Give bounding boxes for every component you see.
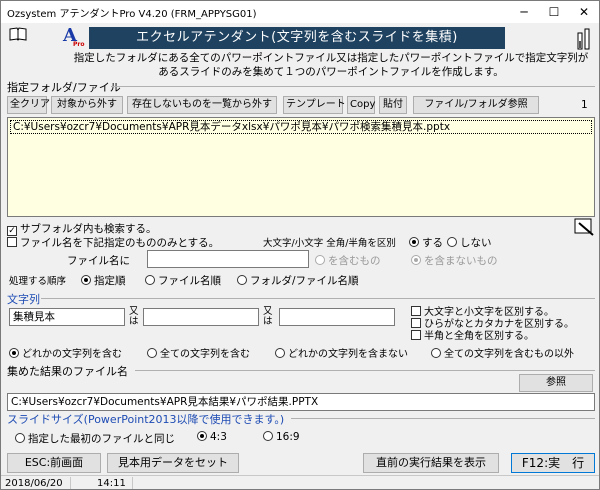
list-item[interactable]: C:¥Users¥ozcr7¥Documents¥APR見本データxlsx¥パワ…: [10, 120, 592, 134]
filename-filter-checkbox[interactable]: ファイル名を下記指定のもののみとする。: [7, 235, 219, 250]
include-subfolders-checkbox[interactable]: ✓ サブフォルダ内も検索する。: [7, 221, 157, 236]
remove-missing-button[interactable]: 存在しないものを一覧から外す: [127, 96, 277, 114]
status-time: 14:11: [93, 477, 133, 489]
folder-section-label: 指定フォルダ/ファイル: [7, 81, 121, 94]
case-no-radio[interactable]: しない: [447, 235, 492, 250]
clear-all-button[interactable]: 全クリア: [7, 96, 50, 114]
case-yes-radio[interactable]: する: [409, 235, 443, 250]
result-path-input[interactable]: C:¥Users¥ozcr7¥Documents¥APR見本結果¥パワポ結果.P…: [7, 393, 595, 411]
status-bar: 2018/06/20 14:11: [1, 475, 599, 489]
file-count: 1: [581, 99, 588, 111]
slide-4-3-radio[interactable]: 4:3: [197, 431, 227, 443]
title-bar: Ozsystem アテンダントPro V4.20 (FRM_APPYSG01) …: [1, 1, 599, 23]
run-button[interactable]: F12:実 行: [511, 453, 595, 473]
result-section-label: 集めた結果のファイル名: [7, 365, 128, 378]
case-sensitivity-label: 大文字/小文字 全角/半角を区別: [263, 238, 396, 249]
slide-16-9-radio[interactable]: 16:9: [263, 431, 300, 443]
mode-any-not-contains-radio[interactable]: どれかの文字列を含まない: [275, 345, 408, 360]
page-title: エクセルアテンダント(文字列を含むスライドを集積): [89, 27, 505, 49]
filename-input[interactable]: [147, 250, 309, 268]
back-button[interactable]: ESC:前画面: [7, 453, 101, 473]
filename-label: ファイル名に: [67, 255, 130, 267]
mode-all-contains-radio[interactable]: 全ての文字列を含む: [147, 345, 250, 360]
status-date: 2018/06/20: [1, 477, 71, 489]
result-browse-button[interactable]: 参照: [519, 374, 593, 392]
strings-section-label: 文字列: [7, 293, 40, 306]
paste-button[interactable]: 貼付: [379, 96, 407, 114]
contains-radio[interactable]: を含むもの: [315, 253, 381, 268]
or-label-1: 又は: [129, 306, 139, 327]
or-label-2: 又は: [263, 306, 273, 327]
width-distinguish-checkbox[interactable]: 半角と全角を区別する。: [411, 327, 534, 342]
browse-folder-button[interactable]: ファイル/フォルダ参照: [413, 96, 539, 114]
gauge-icon: [577, 28, 590, 50]
slide-size-section-label: スライドサイズ(PowerPoint2013以降で使用できます。): [7, 413, 285, 426]
not-contains-radio[interactable]: を含まないもの: [411, 253, 498, 268]
checkbox-icon: [7, 237, 17, 247]
file-list[interactable]: C:¥Users¥ozcr7¥Documents¥APR見本データxlsx¥パワ…: [7, 117, 595, 217]
app-logo: A Pro: [63, 25, 85, 48]
search-string-3-input[interactable]: [279, 308, 395, 326]
search-string-1-input[interactable]: 集積見本: [9, 308, 125, 326]
order-label: 処理する順序: [9, 276, 67, 287]
order-folder-radio[interactable]: フォルダ/ファイル名順: [237, 273, 359, 288]
copy-button[interactable]: Copy: [347, 96, 375, 114]
minimize-button[interactable]: ─: [509, 1, 539, 23]
close-button[interactable]: ✕: [569, 1, 599, 23]
maximize-button[interactable]: ☐: [539, 1, 569, 23]
edit-icon[interactable]: [573, 217, 595, 237]
show-last-result-button[interactable]: 直前の実行結果を表示: [363, 453, 499, 473]
search-string-2-input[interactable]: [143, 308, 259, 326]
book-icon[interactable]: [9, 27, 27, 41]
order-specified-radio[interactable]: 指定順: [81, 273, 126, 288]
mode-not-all-radio[interactable]: 全ての文字列を含むもの以外: [431, 345, 574, 360]
slide-same-radio[interactable]: 指定した最初のファイルと同じ: [15, 431, 175, 446]
window-title: Ozsystem アテンダントPro V4.20 (FRM_APPYSG01): [7, 9, 257, 20]
set-sample-data-button[interactable]: 見本用データをセット: [107, 453, 239, 473]
description: 指定したフォルダにある全てのパワーポイントファイル又は指定したパワーポイントファ…: [73, 52, 589, 78]
app-window: Ozsystem アテンダントPro V4.20 (FRM_APPYSG01) …: [0, 0, 600, 490]
template-button[interactable]: テンプレート: [283, 96, 346, 114]
remove-from-target-button[interactable]: 対象から外す: [51, 96, 123, 114]
mode-any-contains-radio[interactable]: どれかの文字列を含む: [9, 345, 122, 360]
order-filename-radio[interactable]: ファイル名順: [145, 273, 221, 288]
